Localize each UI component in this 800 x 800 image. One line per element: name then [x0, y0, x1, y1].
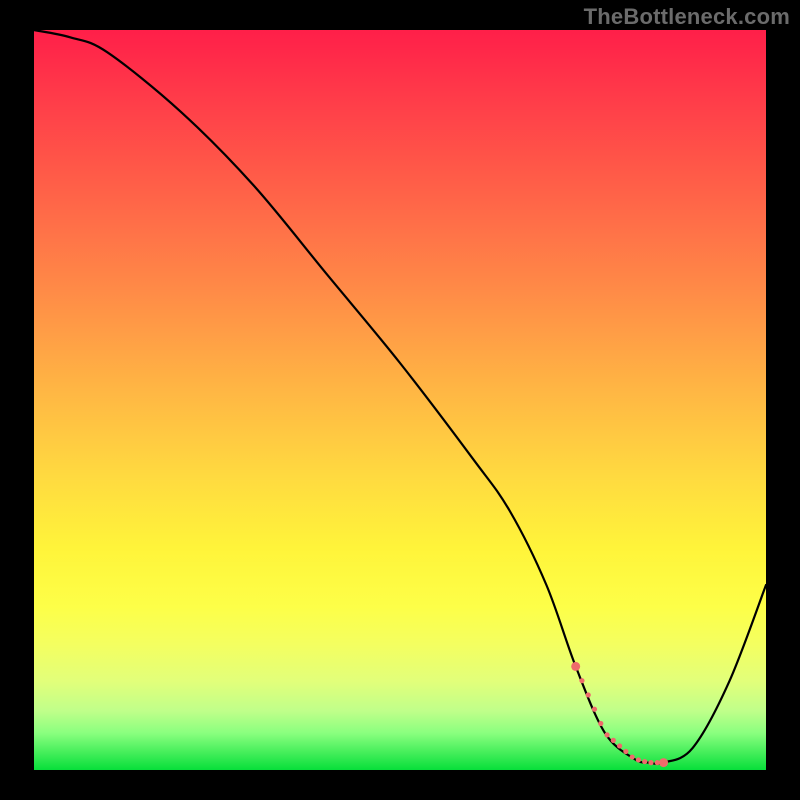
flat-region-dot	[659, 758, 668, 767]
watermark-text: TheBottleneck.com	[584, 4, 790, 30]
flat-region-dot	[630, 754, 635, 759]
flat-region-markers	[571, 662, 668, 767]
flat-region-dot	[598, 721, 603, 726]
flat-region-dot	[636, 757, 641, 762]
flat-region-dot	[611, 738, 616, 743]
curve-svg	[34, 30, 766, 770]
chart-container: TheBottleneck.com	[0, 0, 800, 800]
flat-region-dot	[648, 760, 653, 765]
flat-region-dot	[571, 662, 580, 671]
bottleneck-curve-path	[34, 30, 766, 764]
flat-region-dot	[579, 678, 584, 683]
flat-region-dot	[623, 749, 628, 754]
flat-region-dot	[617, 743, 622, 748]
flat-region-dot	[642, 759, 647, 764]
flat-region-dot	[592, 707, 597, 712]
plot-area	[34, 30, 766, 770]
flat-region-dot	[586, 692, 591, 697]
flat-region-dot	[604, 732, 609, 737]
